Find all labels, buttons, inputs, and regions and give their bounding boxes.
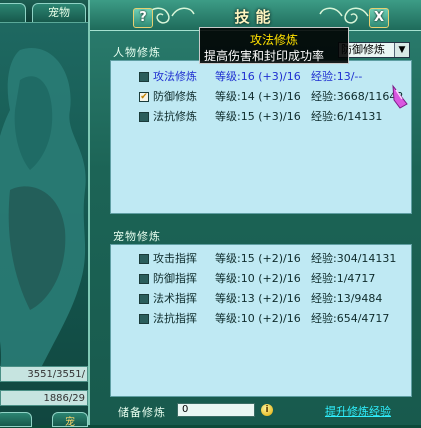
checkbox[interactable] <box>139 112 149 122</box>
skill-name: 防御修炼 <box>153 90 197 103</box>
close-icon[interactable]: X <box>369 8 389 28</box>
help-icon[interactable]: ? <box>133 8 153 28</box>
reserve-cultivation-field[interactable]: 0 <box>177 403 255 417</box>
background-topbar: 宠物 <box>0 0 100 23</box>
skill-name: 防御指挥 <box>153 272 197 285</box>
skill-tooltip: 攻法修炼 提高伤害和封印成功率 <box>199 27 349 64</box>
skill-exp: 经验:304/14131 <box>311 252 397 265</box>
skill-exp: 经验:13/-- <box>311 70 363 83</box>
tooltip-description: 提高伤害和封印成功率 <box>204 49 325 63</box>
checkbox[interactable] <box>139 294 149 304</box>
skill-level: 等级:14 (+3)/16 <box>215 90 301 103</box>
gem-cursor-icon <box>392 84 408 109</box>
skill-exp: 经验:1/4717 <box>311 272 376 285</box>
info-icon[interactable]: i <box>261 404 273 416</box>
skill-level: 等级:15 (+3)/16 <box>215 110 301 123</box>
skill-level: 等级:10 (+2)/16 <box>215 272 301 285</box>
skill-name: 法抗指挥 <box>153 312 197 325</box>
checkbox[interactable] <box>139 274 149 284</box>
skill-exp: 经验:13/9484 <box>311 292 383 305</box>
character-cultivation-list: 攻法修炼 等级:16 (+3)/16 经验:13/-- ✔ 防御修炼 等级:14… <box>110 60 412 214</box>
skill-level: 等级:15 (+2)/16 <box>215 252 301 265</box>
background-tab-left[interactable] <box>0 3 26 22</box>
skill-level: 等级:10 (+2)/16 <box>215 312 301 325</box>
skill-exp: 经验:654/4717 <box>311 312 390 325</box>
background-stat-hp: 3551/3551/ <box>0 366 88 382</box>
pet-cultivation-list: 攻击指挥 等级:15 (+2)/16 经验:304/14131 防御指挥 等级:… <box>110 244 412 397</box>
reserve-cultivation-label: 储备修炼 <box>118 406 166 419</box>
skill-name: 攻击指挥 <box>153 252 197 265</box>
background-stat-mp: 1886/29 <box>0 390 88 406</box>
chevron-down-icon[interactable]: ▼ <box>394 43 409 57</box>
checkbox[interactable] <box>139 72 149 82</box>
background-tab-pet[interactable]: 宠物 <box>32 3 86 22</box>
character-cultivation-label: 人物修炼 <box>113 46 161 59</box>
skill-name: 法抗修炼 <box>153 110 197 123</box>
checkbox-checked[interactable]: ✔ <box>139 92 149 102</box>
checkbox[interactable] <box>139 314 149 324</box>
tooltip-title: 攻法修炼 <box>249 33 298 47</box>
skill-name: 法术指挥 <box>153 292 197 305</box>
skill-level: 等级:16 (+3)/16 <box>215 70 301 83</box>
checkbox[interactable] <box>139 254 149 264</box>
pet-cultivation-label: 宠物修炼 <box>113 230 161 243</box>
character-figure <box>0 48 86 370</box>
skill-name: 攻法修炼 <box>153 70 197 83</box>
skill-exp: 经验:6/14131 <box>311 110 383 123</box>
skill-level: 等级:13 (+2)/16 <box>215 292 301 305</box>
upgrade-cultivation-link[interactable]: 提升修炼经验 <box>325 403 391 419</box>
